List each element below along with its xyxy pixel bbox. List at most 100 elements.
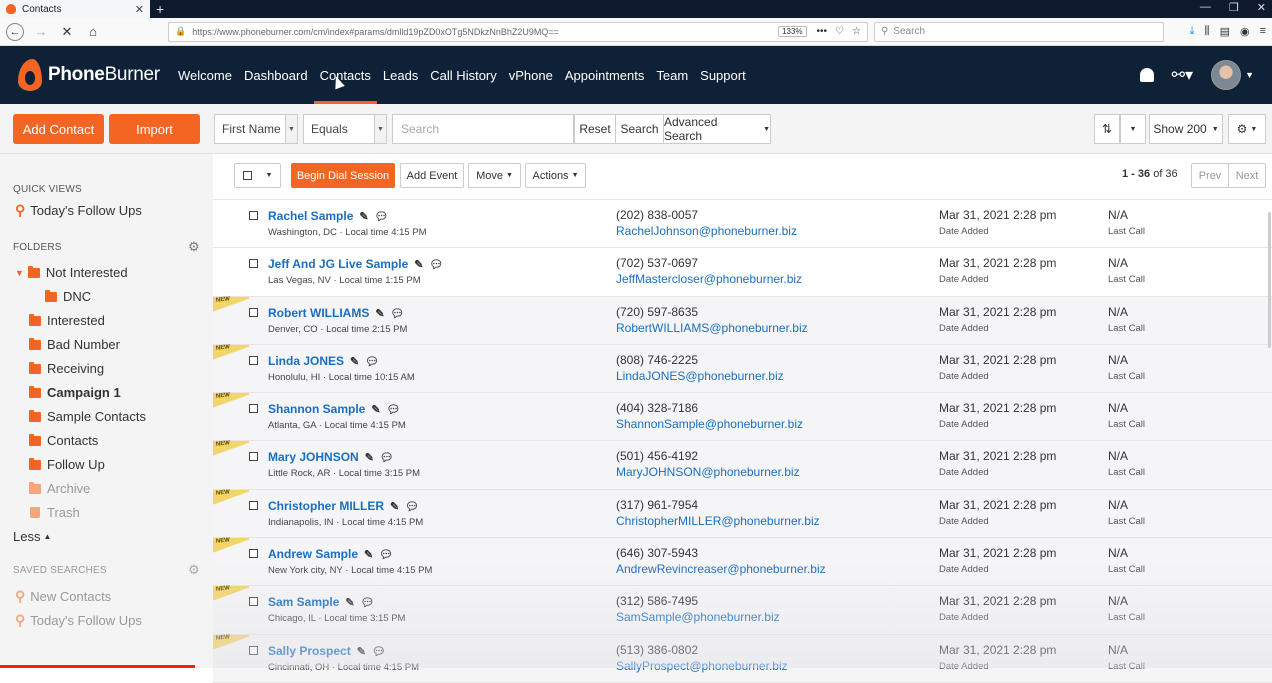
- folder-settings-gear-icon[interactable]: ⚙: [188, 239, 200, 255]
- comment-icon[interactable]: 💬︎: [379, 549, 393, 561]
- edit-pencil-icon[interactable]: ✎: [375, 308, 384, 320]
- contact-email[interactable]: RobertWILLIAMS@phoneburner.biz: [616, 321, 808, 335]
- edit-pencil-icon[interactable]: ✎: [350, 356, 359, 368]
- more-icon[interactable]: •••: [817, 26, 828, 37]
- add-contact-button[interactable]: Add Contact: [13, 114, 104, 144]
- settings-gear-icon[interactable]: ⚙ ▼: [1228, 114, 1266, 144]
- contact-name[interactable]: Sally Prospect ✎ 💬︎: [268, 644, 386, 658]
- actions-button[interactable]: Actions ▼: [525, 163, 586, 188]
- move-button[interactable]: Move ▼: [468, 163, 521, 188]
- select-all-dropdown[interactable]: ▼: [234, 163, 281, 188]
- folder-follow-up[interactable]: Follow Up: [29, 457, 105, 472]
- bell-icon[interactable]: [1139, 68, 1154, 82]
- contact-name[interactable]: Rachel Sample ✎ 💬︎: [268, 209, 389, 223]
- contact-email[interactable]: LindaJONES@phoneburner.biz: [616, 369, 784, 383]
- comment-icon[interactable]: 💬︎: [375, 211, 389, 223]
- comment-icon[interactable]: 💬︎: [372, 646, 386, 658]
- contact-name[interactable]: Andrew Sample ✎ 💬︎: [268, 547, 393, 561]
- operator-select[interactable]: Equals ▼: [303, 114, 387, 144]
- nav-contacts[interactable]: Contacts: [313, 46, 378, 104]
- folder-interested[interactable]: Interested: [29, 313, 105, 328]
- close-window-icon[interactable]: ✕: [1257, 1, 1266, 14]
- caret-down-icon[interactable]: ▼: [15, 268, 24, 278]
- new-tab-icon[interactable]: +: [156, 1, 164, 17]
- table-row[interactable]: NEW Andrew Sample ✎ 💬︎ New York city, NY · L…: [213, 537, 1272, 587]
- folder-sample-contacts[interactable]: Sample Contacts: [29, 409, 146, 424]
- comment-icon[interactable]: 💬︎: [391, 308, 405, 320]
- table-row[interactable]: NEW Linda JONES ✎ 💬︎ Honolulu, HI · Local ti…: [213, 344, 1272, 394]
- forward-icon[interactable]: →: [32, 23, 50, 41]
- avatar[interactable]: [1211, 60, 1242, 90]
- browser-tab[interactable]: Contacts ✕: [0, 0, 150, 18]
- edit-pencil-icon[interactable]: ✎: [365, 452, 374, 464]
- stop-icon[interactable]: ✕: [58, 23, 76, 41]
- table-row[interactable]: NEW Sam Sample ✎ 💬︎ Chicago, IL · Local time…: [213, 586, 1272, 635]
- comment-icon[interactable]: 💬︎: [405, 501, 419, 513]
- folder-bad-number[interactable]: Bad Number: [29, 337, 120, 352]
- library-icon[interactable]: ⫼: [1205, 25, 1210, 38]
- contact-phone[interactable]: (404) 328-7186: [616, 401, 698, 415]
- scrollbar[interactable]: [1268, 212, 1271, 348]
- comment-icon[interactable]: 💬︎: [387, 404, 401, 416]
- folder-trash[interactable]: Trash: [29, 505, 80, 520]
- edit-pencil-icon[interactable]: ✎: [364, 549, 373, 561]
- nav-leads[interactable]: Leads: [377, 46, 424, 104]
- edit-pencil-icon[interactable]: ✎: [371, 404, 380, 416]
- quick-view-followups[interactable]: ⚲ Today's Follow Ups: [15, 202, 142, 219]
- edit-pencil-icon[interactable]: ✎: [345, 597, 354, 609]
- contact-email[interactable]: SallyProspect@phoneburner.biz: [616, 659, 788, 673]
- pocket-icon[interactable]: ♡: [835, 26, 844, 37]
- row-checkbox[interactable]: [249, 404, 258, 414]
- advanced-search-button[interactable]: Advanced Search ▼: [663, 114, 771, 144]
- bookmark-star-icon[interactable]: ☆: [852, 26, 861, 37]
- row-checkbox[interactable]: [249, 452, 258, 462]
- folder-not-interested[interactable]: ▼ Not Interested: [15, 265, 128, 280]
- nav-vphone[interactable]: vPhone: [503, 46, 559, 104]
- minimize-icon[interactable]: —: [1200, 1, 1211, 14]
- row-checkbox[interactable]: [249, 211, 258, 220]
- account-icon[interactable]: ◉: [1240, 25, 1250, 38]
- reset-button[interactable]: Reset: [574, 114, 616, 144]
- row-checkbox[interactable]: [249, 597, 258, 607]
- table-row[interactable]: NEW Sally Prospect ✎ 💬︎ Cincinnati, OH · Loc…: [213, 634, 1272, 683]
- contact-email[interactable]: JeffMastercloser@phoneburner.biz: [616, 272, 802, 286]
- prev-button[interactable]: Prev: [1191, 163, 1229, 188]
- contact-email[interactable]: SamSample@phoneburner.biz: [616, 610, 780, 624]
- next-button[interactable]: Next: [1228, 163, 1266, 188]
- row-checkbox[interactable]: [249, 259, 258, 269]
- edit-pencil-icon[interactable]: ✎: [414, 259, 423, 271]
- table-row[interactable]: Rachel Sample ✎ 💬︎ Washington, DC · Local t…: [213, 200, 1272, 249]
- add-event-button[interactable]: Add Event: [400, 163, 464, 188]
- contact-name[interactable]: Sam Sample ✎ 💬︎: [268, 595, 375, 609]
- phoneburner-logo[interactable]: PhoneBurner: [18, 59, 168, 91]
- contact-name[interactable]: Linda JONES ✎ 💬︎: [268, 354, 379, 368]
- restore-icon[interactable]: ❐: [1229, 1, 1239, 14]
- url-bar[interactable]: 🔒 https://www.phoneburner.com/cm/index#p…: [168, 21, 868, 42]
- back-icon[interactable]: ←: [6, 22, 24, 41]
- comment-icon[interactable]: 💬︎: [380, 452, 394, 464]
- nav-team[interactable]: Team: [650, 46, 694, 104]
- table-row[interactable]: NEW Christopher MILLER ✎ 💬︎ Indianapolis, IN…: [213, 489, 1272, 539]
- nav-welcome[interactable]: Welcome: [172, 46, 238, 104]
- table-row[interactable]: Jeff And JG Live Sample ✎ 💬︎ Las Vegas, NV …: [213, 248, 1272, 297]
- edit-pencil-icon[interactable]: ✎: [390, 501, 399, 513]
- table-row[interactable]: NEW Robert WILLIAMS ✎ 💬︎ Denver, CO · Local …: [213, 296, 1272, 345]
- sort-icon[interactable]: ⇅: [1094, 114, 1120, 144]
- saved-search-settings-gear-icon[interactable]: ⚙: [188, 562, 200, 578]
- comment-icon[interactable]: 💬︎: [429, 259, 443, 271]
- checkbox-icon[interactable]: [242, 171, 252, 180]
- contact-name[interactable]: Mary JOHNSON ✎ 💬︎: [268, 450, 394, 464]
- comment-icon[interactable]: 💬︎: [361, 597, 375, 609]
- search-input[interactable]: Search: [392, 114, 574, 144]
- nav-support[interactable]: Support: [694, 46, 752, 104]
- browser-search[interactable]: ⚲ Search: [874, 21, 1164, 42]
- saved-search-followups[interactable]: ⚲ Today's Follow Ups: [15, 612, 142, 629]
- field-select[interactable]: First Name ▼: [214, 114, 298, 144]
- contact-name[interactable]: Christopher MILLER ✎ 💬︎: [268, 499, 419, 513]
- edit-pencil-icon[interactable]: ✎: [359, 211, 368, 223]
- contact-phone[interactable]: (501) 456-4192: [616, 449, 698, 463]
- sidebar-icon[interactable]: ▤: [1220, 25, 1230, 38]
- contact-name[interactable]: Jeff And JG Live Sample ✎ 💬︎: [268, 257, 443, 271]
- folder-dnc[interactable]: DNC: [45, 289, 91, 304]
- row-checkbox[interactable]: [249, 500, 258, 510]
